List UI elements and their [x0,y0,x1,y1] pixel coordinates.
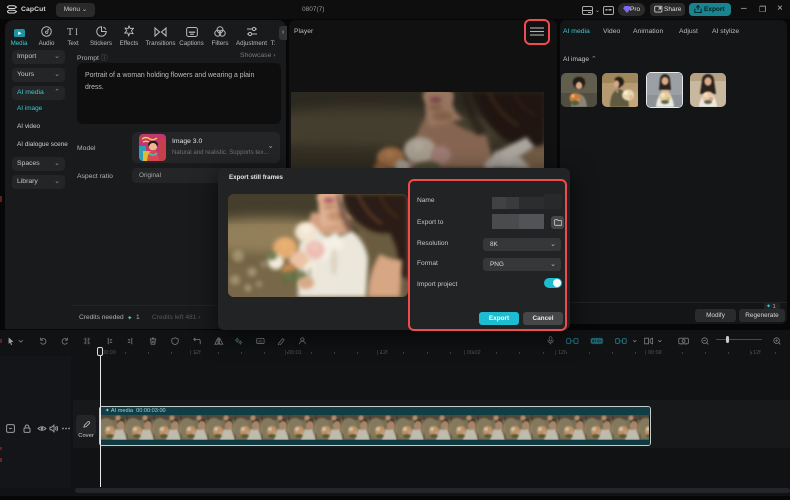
svg-text:I: I [75,27,78,37]
svg-text:T: T [67,27,73,37]
svg-text:HD: HD [258,339,263,343]
